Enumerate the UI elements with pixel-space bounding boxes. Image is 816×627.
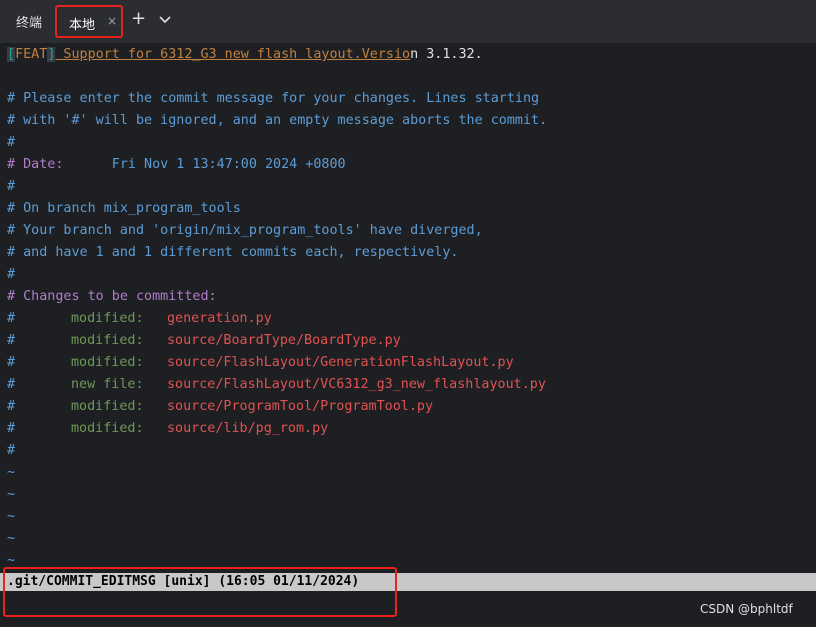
hash-mark: # xyxy=(7,421,16,436)
date-line: # Date: Fri Nov 1 13:47:00 2024 +0800 xyxy=(7,154,346,176)
hash-mark: # xyxy=(7,355,16,370)
comment-line: # xyxy=(7,135,16,150)
change-status: modified: xyxy=(71,399,144,414)
change-file: source/ProgramTool/ProgramTool.py xyxy=(167,399,434,414)
close-icon[interactable]: × xyxy=(107,14,117,28)
date-label: # Date: xyxy=(7,157,64,172)
commit-summary-line: [FEAT] Support for 6312_G3 new flash lay… xyxy=(7,44,483,66)
tag-open-bracket: [ xyxy=(7,47,16,62)
change-file: source/FlashLayout/VC6312_g3_new_flashla… xyxy=(167,377,546,392)
change-row: # modified: source/FlashLayout/GenerationF… xyxy=(7,352,514,374)
hash-mark: # xyxy=(7,377,16,392)
comment-line: # xyxy=(7,443,16,458)
watermark: CSDN @bphltdf xyxy=(700,602,793,616)
comment-line: # xyxy=(7,267,16,282)
hash-mark: # xyxy=(7,311,16,326)
comment-line: # Please enter the commit message for yo… xyxy=(7,91,540,106)
branch-line: # Your branch and 'origin/mix_program_to… xyxy=(7,223,483,238)
commit-summary: Support for 6312_G3 new flash layout.Ver… xyxy=(55,47,411,62)
commit-tag: FEAT xyxy=(15,47,48,62)
comment-line: # with '#' will be ignored, and an empty… xyxy=(7,113,548,128)
change-status: new file: xyxy=(71,377,144,392)
change-status: modified: xyxy=(71,355,144,370)
empty-line-marker: ~ xyxy=(7,531,16,546)
change-status: modified: xyxy=(71,311,144,326)
change-row: # new file: source/FlashLayout/VC6312_g3_n… xyxy=(7,374,546,396)
tab-local-label: 本地 xyxy=(69,18,96,33)
highlight-box xyxy=(3,567,397,617)
date-value: Fri Nov 1 13:47:00 2024 +0800 xyxy=(63,157,346,172)
changes-header: # Changes to be committed: xyxy=(7,289,217,304)
change-file: source/FlashLayout/GenerationFlashLayout… xyxy=(167,355,514,370)
change-status: modified: xyxy=(71,421,144,436)
change-status: modified: xyxy=(71,333,144,348)
hash-mark: # xyxy=(7,399,16,414)
terminal-title: 终端 xyxy=(16,16,43,31)
terminal-tabbar: 终端 本地 × + xyxy=(0,0,816,44)
change-file: generation.py xyxy=(167,311,272,326)
comment-line: # xyxy=(7,179,16,194)
change-row: # modified: source/BoardType/BoardType.py xyxy=(7,330,401,352)
empty-line-marker: ~ xyxy=(7,509,16,524)
change-row: # modified: source/ProgramTool/ProgramTool… xyxy=(7,396,433,418)
change-file: source/lib/pg_rom.py xyxy=(167,421,329,436)
change-row: # modified: source/lib/pg_rom.py xyxy=(7,418,328,440)
branch-line: # and have 1 and 1 different commits eac… xyxy=(7,245,459,260)
commit-summary-tail: n 3.1.32. xyxy=(410,47,483,62)
hash-mark: # xyxy=(7,333,16,348)
commit-message-editor[interactable]: [FEAT] Support for 6312_G3 new flash lay… xyxy=(0,44,816,572)
tab-local[interactable]: 本地 × xyxy=(55,5,123,38)
change-file: source/BoardType/BoardType.py xyxy=(167,333,401,348)
add-tab-icon[interactable]: + xyxy=(131,8,146,29)
empty-line-marker: ~ xyxy=(7,465,16,480)
change-row: # modified: generation.py xyxy=(7,308,272,330)
empty-line-marker: ~ xyxy=(7,487,16,502)
chevron-down-icon[interactable] xyxy=(157,11,173,27)
branch-line: # On branch mix_program_tools xyxy=(7,201,241,216)
